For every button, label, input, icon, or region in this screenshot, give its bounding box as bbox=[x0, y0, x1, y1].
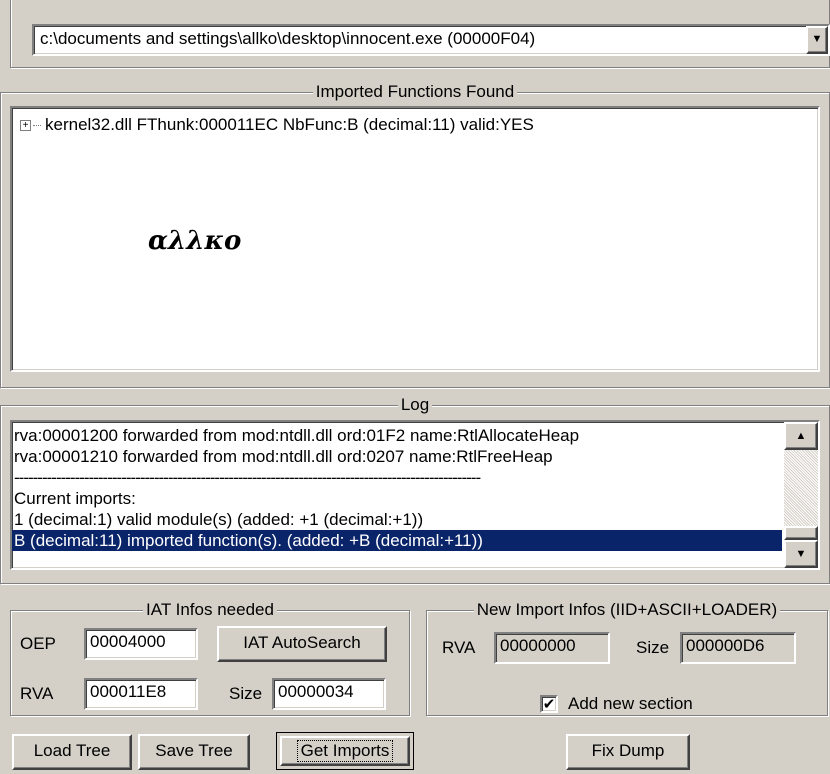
save-tree-button[interactable]: Save Tree bbox=[138, 734, 250, 770]
fix-dump-button[interactable]: Fix Dump bbox=[566, 734, 690, 770]
log-line[interactable]: Current imports: bbox=[12, 488, 782, 509]
tree-expand-icon[interactable]: + bbox=[20, 119, 31, 131]
get-imports-button-face: Get Imports bbox=[280, 736, 410, 766]
tree-node-label: kernel32.dll FThunk:000011EC NbFunc:B (d… bbox=[45, 115, 534, 134]
tree-connector bbox=[33, 124, 41, 126]
log-separator[interactable]: ----------------------------------------… bbox=[12, 467, 782, 488]
process-select-value: c:\documents and settings\allko\desktop\… bbox=[40, 29, 536, 48]
new-rva-input[interactable]: 00000000 bbox=[494, 632, 610, 664]
new-import-group-title: New Import Infos (IID+ASCII+LOADER) bbox=[473, 600, 781, 619]
imports-tree[interactable]: + kernel32.dll FThunk:000011EC NbFunc:B … bbox=[10, 106, 820, 372]
scroll-down-icon[interactable]: ▼ bbox=[784, 540, 818, 568]
oep-input[interactable]: 00004000 bbox=[84, 628, 198, 660]
tree-node-kernel32[interactable]: + kernel32.dll FThunk:000011EC NbFunc:B … bbox=[20, 114, 810, 136]
add-new-section-label: Add new section bbox=[568, 694, 693, 713]
scroll-up-icon[interactable]: ▲ bbox=[784, 422, 818, 450]
iat-autosearch-button[interactable]: IAT AutoSearch bbox=[217, 626, 387, 662]
get-imports-button[interactable]: Get Imports bbox=[276, 732, 414, 770]
chevron-down-icon[interactable]: ▼ bbox=[806, 26, 828, 54]
log-line-selected[interactable]: B (decimal:11) imported function(s). (ad… bbox=[12, 530, 782, 551]
oep-label: OEP bbox=[20, 634, 56, 653]
log-scrollbar[interactable]: ▲ ▼ bbox=[784, 422, 818, 568]
log-line[interactable]: rva:00001200 forwarded from mod:ntdll.dl… bbox=[12, 425, 782, 446]
process-select[interactable]: c:\documents and settings\allko\desktop\… bbox=[32, 24, 830, 56]
log-line[interactable]: 1 (decimal:1) valid module(s) (added: +1… bbox=[12, 509, 782, 530]
iat-size-input[interactable]: 00000034 bbox=[272, 678, 386, 710]
new-rva-label: RVA bbox=[442, 638, 476, 657]
get-imports-label: Get Imports bbox=[296, 740, 394, 762]
watermark-text: αλλκο bbox=[148, 226, 242, 256]
size-label: Size bbox=[229, 684, 263, 703]
scroll-thumb[interactable] bbox=[784, 526, 818, 540]
imports-group-title: Imported Functions Found bbox=[312, 82, 518, 101]
new-size-label: Size bbox=[636, 638, 670, 657]
load-tree-button[interactable]: Load Tree bbox=[12, 734, 132, 770]
rva-label: RVA bbox=[20, 684, 54, 703]
log-list[interactable]: rva:00001200 forwarded from mod:ntdll.dl… bbox=[10, 420, 820, 570]
log-group-title: Log bbox=[397, 395, 433, 414]
scroll-track[interactable] bbox=[784, 450, 818, 526]
iat-rva-input[interactable]: 000011E8 bbox=[84, 678, 198, 710]
iat-group-title: IAT Infos needed bbox=[143, 600, 277, 619]
new-size-input[interactable]: 000000D6 bbox=[680, 632, 796, 664]
log-lines: rva:00001200 forwarded from mod:ntdll.dl… bbox=[12, 425, 782, 551]
add-new-section-checkbox[interactable]: ✔ Add new section bbox=[540, 692, 693, 716]
log-line[interactable]: rva:00001210 forwarded from mod:ntdll.dl… bbox=[12, 446, 782, 467]
checkbox-check-icon[interactable]: ✔ bbox=[540, 695, 558, 713]
